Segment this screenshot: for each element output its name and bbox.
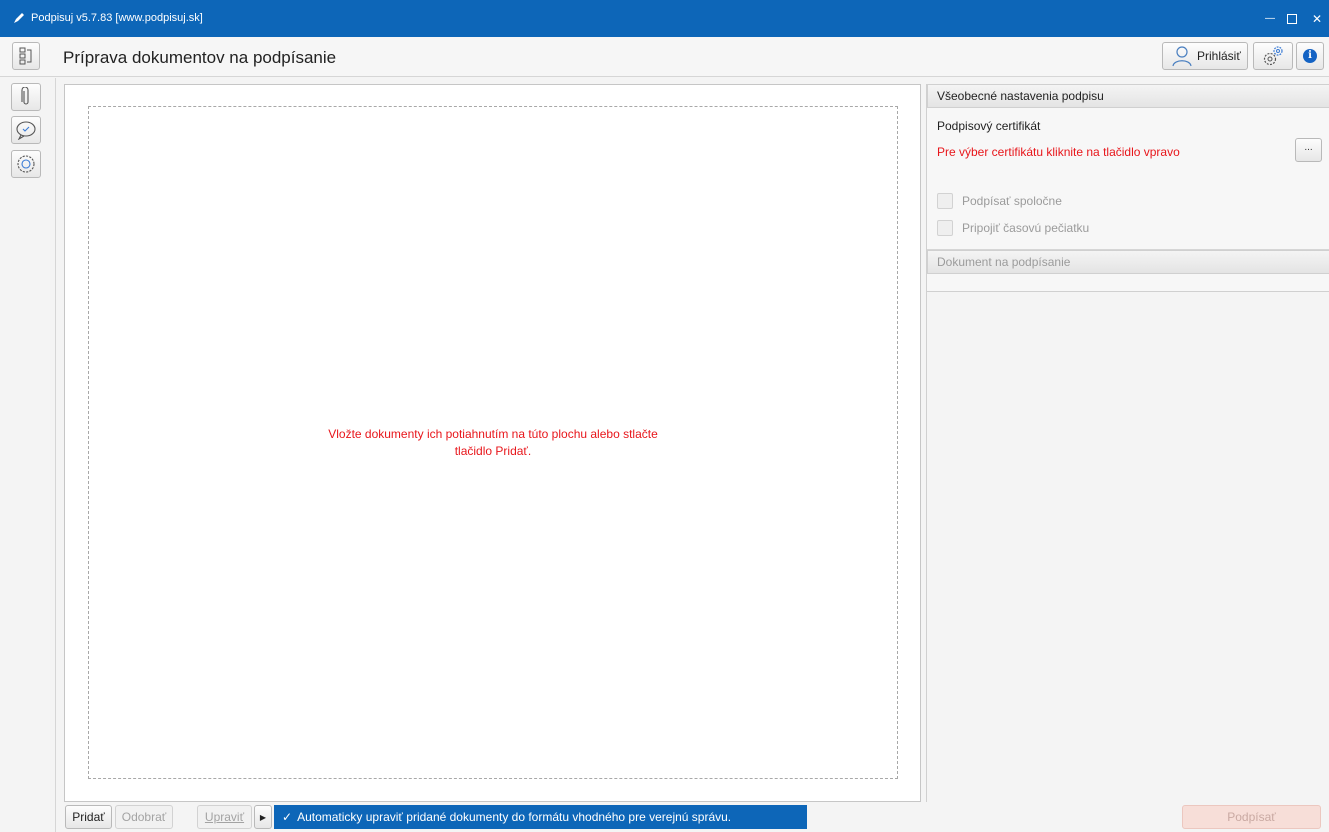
- bottom-toolbar: Pridať Odobrať Upraviť ▶ ✓ Automaticky u…: [56, 802, 1329, 832]
- checkbox-box: [937, 193, 953, 209]
- check-icon: ✓: [282, 810, 293, 824]
- auto-edit-toggle[interactable]: ✓ Automaticky upraviť pridané dokumenty …: [274, 805, 807, 829]
- expand-button[interactable]: ▶: [254, 805, 272, 829]
- certificate-hint: Pre výber certifikátu kliknite na tlačid…: [937, 145, 1180, 159]
- login-label: Prihlásiť: [1197, 49, 1241, 63]
- document-tree-button[interactable]: [12, 42, 40, 70]
- user-icon: [1172, 46, 1192, 67]
- play-icon: ▶: [259, 812, 267, 822]
- settings-panel: Všeobecné nastavenia podpisu Podpisový c…: [926, 84, 1329, 802]
- verify-tool-button[interactable]: [11, 116, 41, 144]
- gears-icon: [1263, 46, 1283, 66]
- settings-button[interactable]: [1253, 42, 1293, 70]
- remove-button[interactable]: Odobrať: [115, 805, 173, 829]
- checkbox-box: [937, 220, 953, 236]
- window-title: Podpisuj v5.7.83 [www.podpisuj.sk]: [31, 12, 203, 24]
- certificate-label: Podpisový certifikát: [937, 119, 1041, 133]
- title-bar: Podpisuj v5.7.83 [www.podpisuj.sk] — ✕: [0, 0, 1329, 37]
- info-icon: i: [1303, 49, 1317, 63]
- select-certificate-button[interactable]: ...: [1295, 138, 1322, 162]
- drop-zone[interactable]: Vložte dokumenty ich potiahnutím na túto…: [88, 106, 898, 779]
- checkbox-label: Podpísať spoločne: [962, 194, 1062, 208]
- auto-edit-text: Automaticky upraviť pridané dokumenty do…: [297, 810, 732, 824]
- close-button[interactable]: ✕: [1295, 0, 1329, 37]
- settings-tool-button[interactable]: [11, 150, 41, 178]
- app-pen-icon: [14, 13, 24, 23]
- login-button[interactable]: Prihlásiť: [1162, 42, 1248, 70]
- timestamp-checkbox[interactable]: Pripojiť časovú pečiatku: [937, 220, 1089, 236]
- general-settings-body: Podpisový certifikát Pre výber certifiká…: [927, 108, 1329, 250]
- info-button[interactable]: i: [1296, 42, 1324, 70]
- drop-message: Vložte dokumenty ich potiahnutím na túto…: [328, 426, 658, 458]
- add-button[interactable]: Pridať: [65, 805, 112, 829]
- paperclip-icon: [21, 87, 29, 105]
- badge-gear-icon: [17, 155, 35, 173]
- document-tree-icon: [19, 47, 32, 65]
- sign-together-checkbox[interactable]: Podpísať spoločne: [937, 193, 1062, 209]
- edit-button[interactable]: Upraviť: [197, 805, 252, 829]
- document-section-body: [927, 274, 1329, 292]
- page-header: Príprava dokumentov na podpísanie Prihlá…: [0, 37, 1329, 77]
- document-section-header[interactable]: Dokument na podpísanie: [927, 250, 1329, 274]
- general-settings-header[interactable]: Všeobecné nastavenia podpisu: [927, 84, 1329, 108]
- document-area: Vložte dokumenty ich potiahnutím na túto…: [64, 84, 921, 802]
- sign-button[interactable]: Podpísať: [1182, 805, 1321, 829]
- page-title: Príprava dokumentov na podpísanie: [63, 48, 337, 67]
- checkbox-label: Pripojiť časovú pečiatku: [962, 221, 1090, 235]
- close-icon: ✕: [1311, 11, 1323, 26]
- tool-rail: [0, 78, 56, 832]
- speech-check-icon: [16, 121, 36, 140]
- attachments-tool-button[interactable]: [11, 83, 41, 111]
